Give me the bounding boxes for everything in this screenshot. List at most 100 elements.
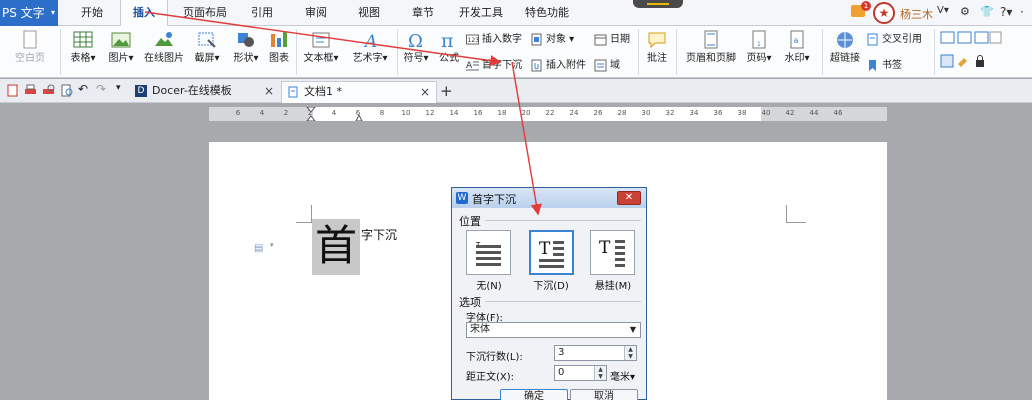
horizontal-ruler[interactable]: 6 4 2 2 4 6 8 10 12 14 16 18 20 22 24 26 28 30 32 34 36 38 40 4… (209, 107, 887, 121)
dropcap-none-icon: T (475, 241, 501, 266)
quick-tools-row1[interactable] (940, 31, 1002, 47)
paragraph-layout-icon[interactable]: ▤ (254, 243, 264, 255)
quick-access-dropdown-icon[interactable]: ▾ (116, 83, 129, 96)
ruler-tick-label: 2 (283, 109, 289, 117)
dialog-close-button[interactable]: ✕ (617, 191, 641, 205)
object-button[interactable]: 对象 ▾ (530, 30, 574, 46)
shape-icon (238, 33, 254, 47)
field-button[interactable]: 域 (594, 56, 620, 72)
tab-home[interactable]: 开始 (70, 0, 114, 26)
globe-icon (837, 32, 853, 48)
close-tab-icon[interactable]: × (264, 81, 274, 101)
position-dropped-option[interactable]: T (529, 230, 574, 275)
doc-tab-docer[interactable]: D Docer-在线模板 × (130, 81, 280, 103)
tab-review[interactable]: 审阅 (298, 0, 334, 26)
formula-button[interactable]: π 公式 (436, 30, 462, 65)
docer-icon: D (135, 85, 147, 97)
user-name[interactable]: 杨三木 (900, 6, 933, 22)
new-tab-plus-icon[interactable]: + (440, 82, 453, 100)
tab-view[interactable]: 视图 (351, 0, 387, 26)
doc-tab-document1[interactable]: 文档1 * × (281, 81, 437, 103)
chevron-down-icon: ▼ (629, 325, 636, 334)
wps-writer-icon: W (456, 192, 468, 204)
position-margin-option[interactable]: T (590, 230, 635, 275)
document-text[interactable]: 字下沉 (361, 226, 397, 243)
ruler-tick-label: 36 (713, 109, 723, 117)
page-number-button[interactable]: 1 页码▾ (742, 30, 776, 65)
cross-reference-icon (867, 33, 878, 45)
cancel-button[interactable]: 取消 (570, 389, 638, 400)
textbox-button[interactable]: 文本框▾ (300, 30, 342, 65)
crop-mark (296, 205, 312, 223)
screenshot-button[interactable]: 截屏▾ (192, 30, 222, 65)
tab-chapter[interactable]: 章节 (405, 0, 441, 26)
dropcap-character[interactable]: 首 (312, 219, 360, 275)
status-indicator (633, 0, 683, 8)
tab-features[interactable]: 特色功能 (521, 0, 573, 26)
first-line-indent-icon[interactable] (355, 110, 363, 121)
vip-icon[interactable]: V▾ (937, 5, 949, 16)
lines-label: 下沉行数(L): (466, 352, 523, 363)
dropcap-button[interactable]: A 首字下沉 (466, 56, 522, 72)
insert-number-button[interactable]: 123 插入数字 (466, 30, 522, 46)
table-button[interactable]: 表格▾ (66, 30, 100, 65)
ruler-tick-label: 16 (473, 109, 483, 117)
symbol-button[interactable]: Ω 符号▾ (400, 30, 432, 65)
app-menu-button[interactable]: PS 文字 ▾ (0, 0, 58, 26)
skin-icon[interactable]: 👕 (980, 5, 994, 18)
picture-button[interactable]: 图片▾ (104, 30, 138, 65)
font-select[interactable]: 宋体 ▼ (466, 322, 641, 338)
more-icon[interactable]: · (1020, 5, 1024, 19)
chart-button[interactable]: 图表 (266, 30, 292, 65)
blank-page-button[interactable]: 空白页 (8, 30, 52, 65)
spinner-arrows-icon[interactable]: ▲ ▼ (594, 366, 606, 380)
settings-icon[interactable]: ⚙ (960, 5, 970, 18)
hyperlink-button[interactable]: 超链接 (828, 30, 862, 65)
object-icon (531, 33, 542, 45)
ruler-tick-label: 32 (665, 109, 675, 117)
indent-marker-icon[interactable] (306, 107, 316, 121)
new-doc-icon[interactable] (6, 84, 19, 97)
bookmark-button[interactable]: 书签 (866, 56, 902, 72)
quick-tools-icon (940, 31, 1002, 44)
ok-button[interactable]: 确定 (500, 389, 568, 400)
dropcap-margin-icon: T (599, 238, 625, 267)
wordart-button[interactable]: A 艺术字▾ (348, 30, 392, 65)
undo-icon[interactable]: ↶ (78, 82, 91, 96)
cross-reference-button[interactable]: 交叉引用 (866, 30, 922, 46)
svg-text:A: A (363, 32, 377, 50)
comment-button[interactable]: 批注 (642, 30, 672, 65)
redo-icon[interactable]: ↷ (96, 82, 109, 96)
online-picture-button[interactable]: 在线图片 (142, 30, 186, 65)
help-icon[interactable]: ?▾ (1000, 5, 1012, 19)
unit-dropdown[interactable]: 毫米▾ (610, 368, 635, 383)
print-icon[interactable] (24, 84, 37, 97)
calendar-icon (594, 34, 607, 45)
tab-references[interactable]: 引用 (244, 0, 280, 26)
chart-icon (271, 32, 287, 47)
quick-tools-row2[interactable] (940, 54, 990, 71)
tab-page-layout[interactable]: 页面布局 (176, 0, 234, 26)
dropcap-dialog: W 首字下沉 ✕ 位置 T T T 无(N) 下沉(D) 悬挂(M) 选项 字体… (451, 187, 647, 400)
avatar[interactable]: ★ (873, 2, 895, 24)
online-picture-icon (155, 32, 173, 46)
close-tab-icon[interactable]: × (420, 82, 430, 102)
dialog-title: 首字下沉 (472, 193, 516, 206)
tab-developer[interactable]: 开发工具 (455, 0, 507, 26)
insert-attachment-button[interactable]: 插入附件 (530, 56, 586, 72)
lines-spinner[interactable]: 3 ▲ ▼ (554, 345, 637, 361)
document-icon (288, 86, 298, 98)
tab-insert[interactable]: 插入 (120, 0, 168, 27)
date-button[interactable]: 日期 (594, 30, 630, 46)
print-preview-icon[interactable] (42, 84, 55, 97)
ruler-tick-label: 4 (331, 109, 337, 117)
preview-icon[interactable] (60, 84, 73, 97)
distance-spinner[interactable]: 0 ▲ ▼ (554, 365, 607, 381)
shape-button[interactable]: 形状▾ (229, 30, 263, 65)
options-group-label: 选项 (459, 296, 481, 309)
chevron-down-icon[interactable]: ▾ (270, 241, 274, 249)
watermark-button[interactable]: a 水印▾ (780, 30, 814, 65)
spinner-arrows-icon[interactable]: ▲ ▼ (624, 346, 636, 360)
header-footer-button[interactable]: 页眉和页脚 (682, 30, 740, 65)
position-none-option[interactable]: T (466, 230, 511, 275)
